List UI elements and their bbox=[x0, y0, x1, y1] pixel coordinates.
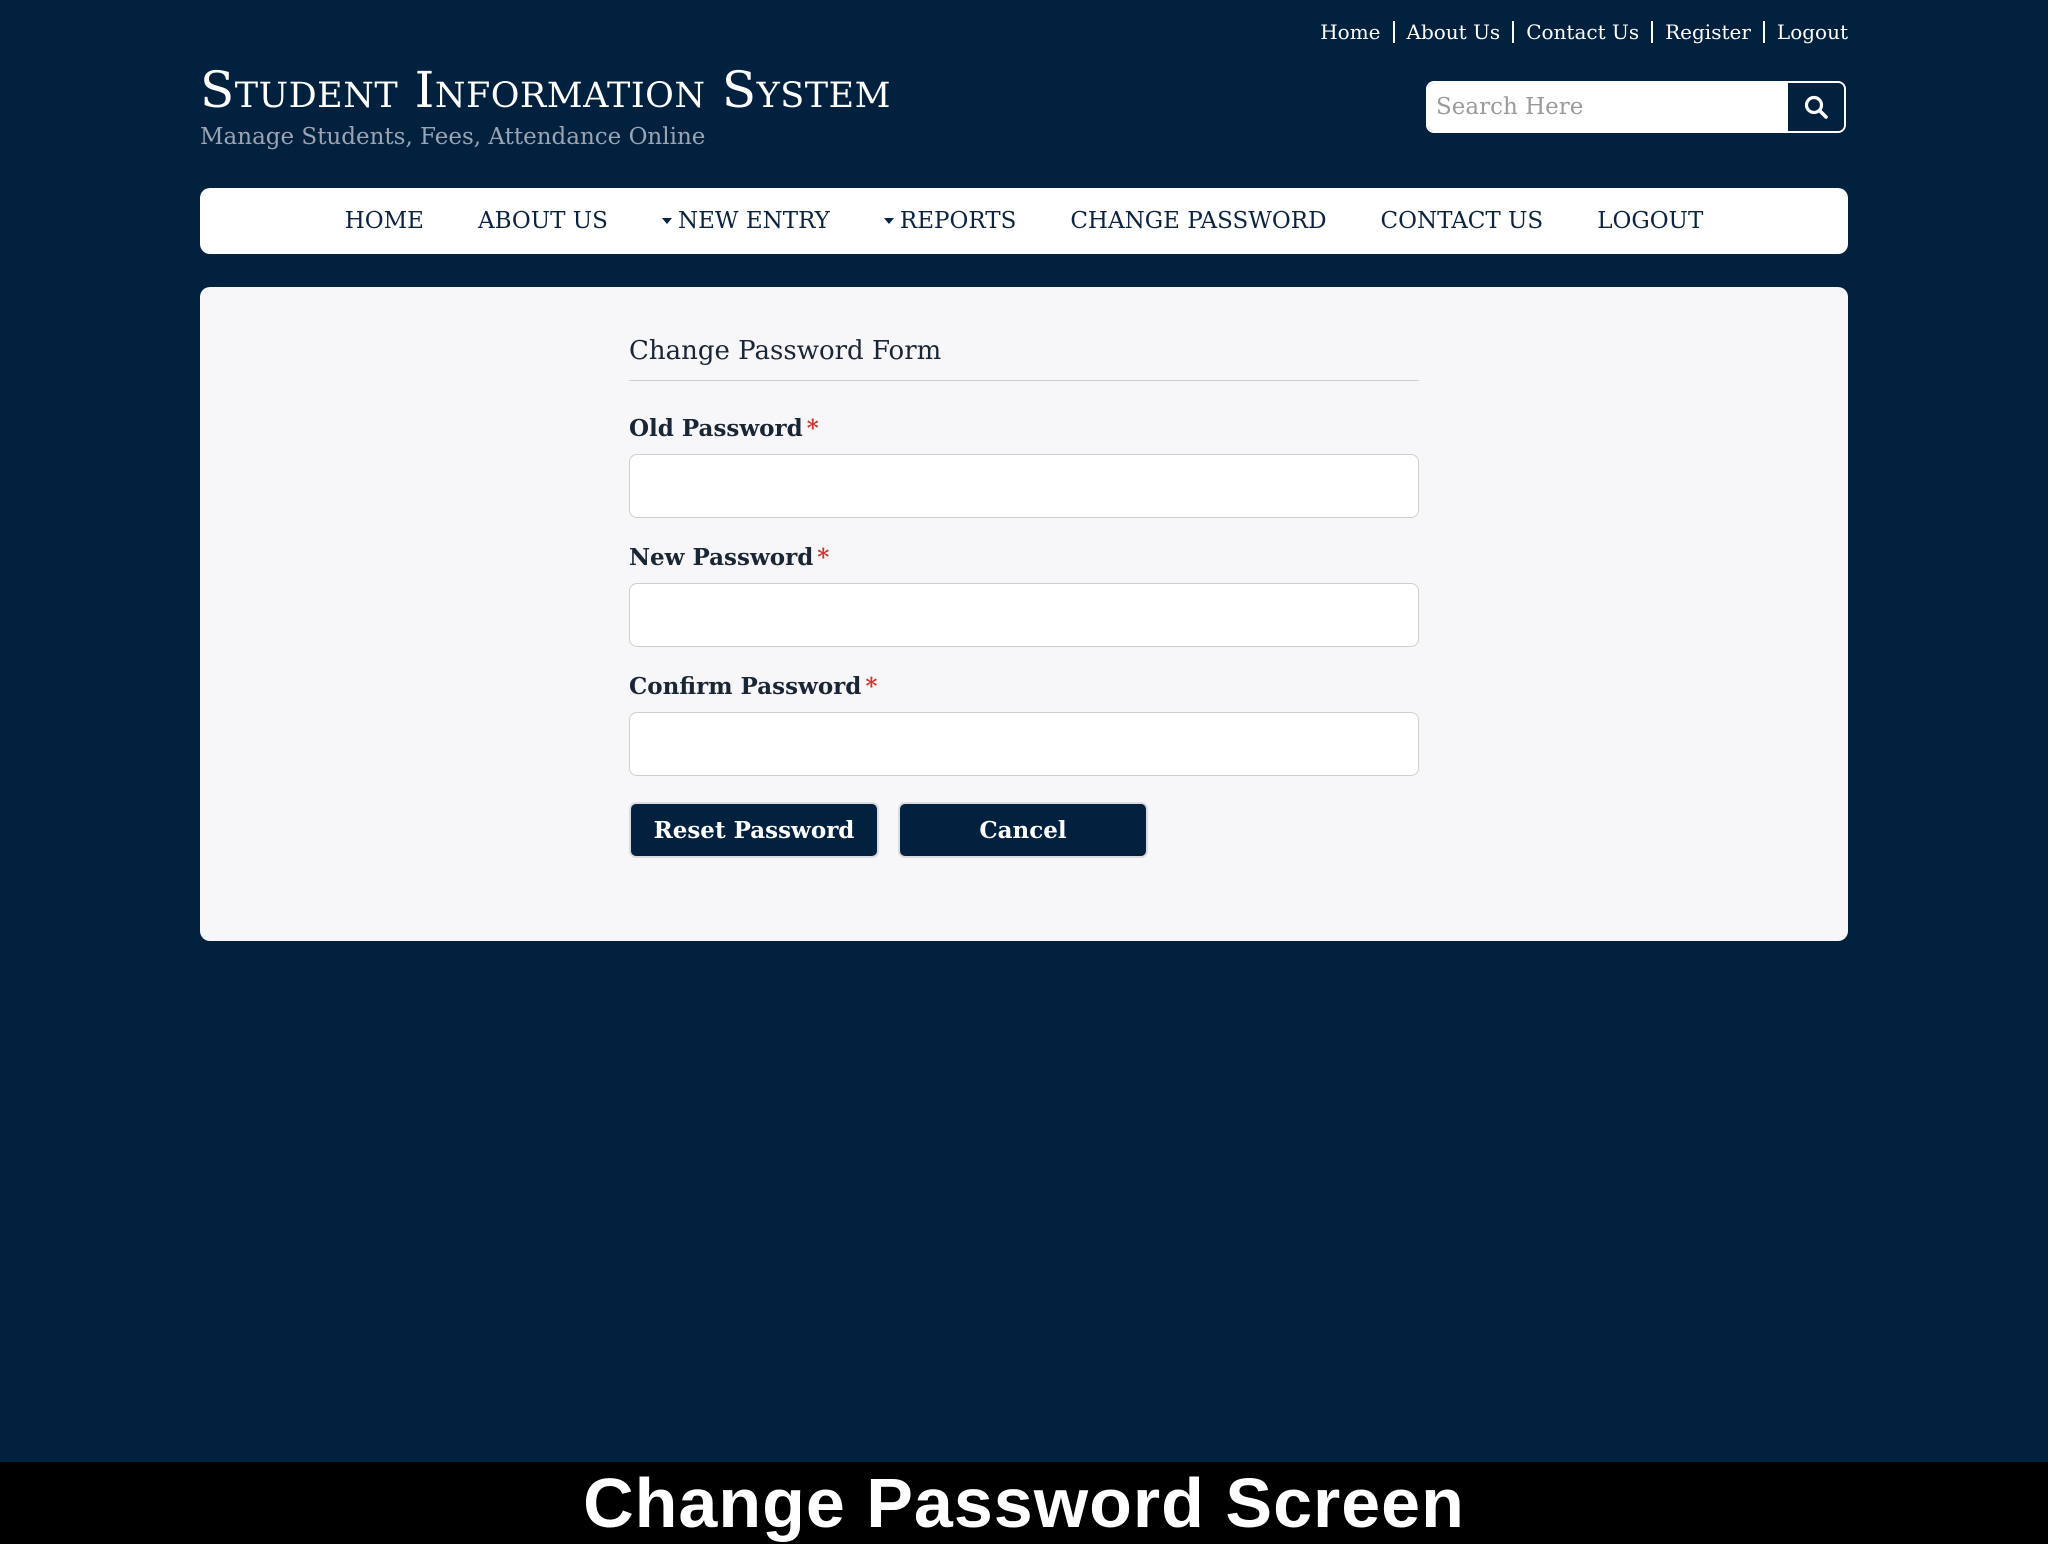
required-marker: * bbox=[817, 544, 830, 571]
caption-bar: Change Password Screen bbox=[0, 1462, 2048, 1544]
nav-item-label: LOGOUT bbox=[1597, 208, 1704, 234]
top-links: Home About Us Contact Us Register Logout bbox=[1308, 20, 1848, 44]
nav-item-contact-us[interactable]: CONTACT US bbox=[1354, 208, 1571, 234]
caption-text: Change Password Screen bbox=[583, 1464, 1465, 1542]
field-label-text: Confirm Password bbox=[629, 673, 862, 700]
required-marker: * bbox=[865, 673, 878, 700]
confirm-password-field[interactable] bbox=[629, 712, 1419, 776]
search-icon bbox=[1804, 95, 1828, 119]
search-box bbox=[1426, 81, 1846, 133]
nav-item-about-us[interactable]: ABOUT US bbox=[451, 208, 635, 234]
nav-item-home[interactable]: HOME bbox=[318, 208, 451, 234]
top-link-home[interactable]: Home bbox=[1308, 20, 1392, 44]
search-button[interactable] bbox=[1788, 83, 1844, 131]
brand: Student Information System Manage Studen… bbox=[200, 62, 891, 150]
top-link-logout[interactable]: Logout bbox=[1765, 20, 1848, 44]
main-nav: HOME ABOUT US NEW ENTRY REPORTS CHANGE P… bbox=[200, 188, 1848, 254]
field-label-text: New Password bbox=[629, 544, 814, 571]
form-actions: Reset Password Cancel bbox=[629, 802, 1419, 858]
nav-item-label: HOME bbox=[344, 208, 424, 234]
reset-password-button[interactable]: Reset Password bbox=[629, 802, 879, 858]
caret-down-icon bbox=[661, 218, 672, 224]
site-title: Student Information System bbox=[200, 61, 891, 119]
nav-item-logout[interactable]: LOGOUT bbox=[1570, 208, 1730, 234]
page: Home About Us Contact Us Register Logout… bbox=[0, 0, 2048, 1544]
nav-item-label: CHANGE PASSWORD bbox=[1070, 208, 1327, 234]
confirm-password-label: Confirm Password * bbox=[629, 673, 1419, 700]
nav-item-label: REPORTS bbox=[899, 208, 1017, 234]
content-card: Change Password Form Old Password * New P… bbox=[200, 287, 1848, 941]
nav-item-change-password[interactable]: CHANGE PASSWORD bbox=[1043, 208, 1353, 234]
nav-item-label: ABOUT US bbox=[477, 208, 608, 234]
nav-item-label: CONTACT US bbox=[1380, 208, 1544, 234]
new-password-field[interactable] bbox=[629, 583, 1419, 647]
top-link-about-us[interactable]: About Us bbox=[1395, 20, 1513, 44]
old-password-field[interactable] bbox=[629, 454, 1419, 518]
top-link-contact-us[interactable]: Contact Us bbox=[1514, 20, 1651, 44]
top-link-register[interactable]: Register bbox=[1653, 20, 1763, 44]
nav-item-new-entry[interactable]: NEW ENTRY bbox=[635, 208, 857, 234]
new-password-label: New Password * bbox=[629, 544, 1419, 571]
caret-down-icon bbox=[883, 218, 894, 224]
old-password-label: Old Password * bbox=[629, 415, 1419, 442]
cancel-button[interactable]: Cancel bbox=[898, 802, 1148, 858]
nav-item-reports[interactable]: REPORTS bbox=[857, 208, 1043, 234]
change-password-form: Change Password Form Old Password * New P… bbox=[629, 287, 1419, 858]
form-title: Change Password Form bbox=[629, 336, 1419, 381]
site-tagline: Manage Students, Fees, Attendance Online bbox=[200, 124, 706, 150]
field-label-text: Old Password bbox=[629, 415, 803, 442]
nav-item-label: NEW ENTRY bbox=[677, 208, 830, 234]
search-input[interactable] bbox=[1428, 83, 1788, 131]
required-marker: * bbox=[806, 415, 819, 442]
